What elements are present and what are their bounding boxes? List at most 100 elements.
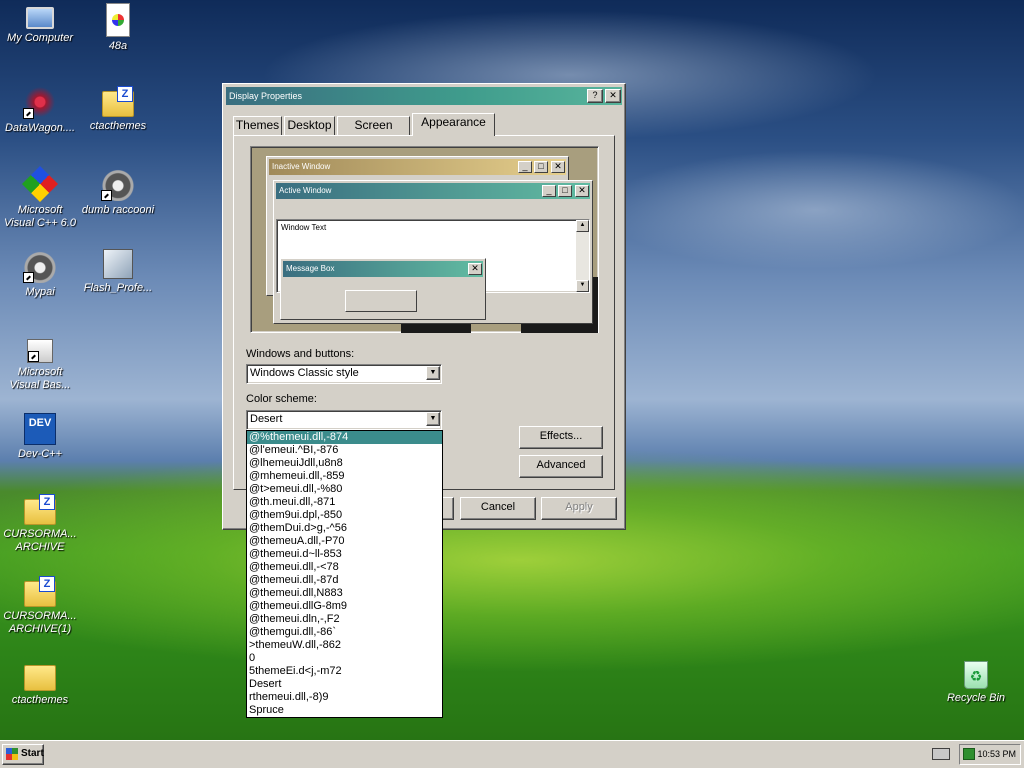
visual-cpp-icon bbox=[21, 165, 59, 203]
color-scheme-option[interactable]: @%themeui.dll,-874 bbox=[247, 431, 442, 444]
keyboard-icon[interactable] bbox=[932, 748, 950, 760]
help-button[interactable]: ? bbox=[587, 89, 603, 103]
zip-folder-icon bbox=[102, 86, 134, 117]
color-scheme-value: Desert bbox=[250, 413, 283, 425]
color-scheme-option[interactable]: @t>emeui.dll,-%80 bbox=[247, 483, 442, 496]
clock[interactable]: 10:53 PM bbox=[977, 749, 1016, 759]
tab-appearance[interactable]: Appearance bbox=[412, 113, 495, 136]
desktop-icon-my-computer[interactable]: My Computer bbox=[2, 3, 78, 45]
color-scheme-option[interactable]: @mhemeui.dll,-859 bbox=[247, 470, 442, 483]
tab-label: Themes bbox=[235, 118, 280, 132]
color-scheme-option[interactable]: @themeui.dll,-87d bbox=[247, 574, 442, 587]
color-scheme-option[interactable]: @themgui.dll,-86` bbox=[247, 626, 442, 639]
effects-button-label: Effects... bbox=[539, 430, 583, 442]
network-icon[interactable] bbox=[963, 748, 975, 760]
apply-button-label: Apply bbox=[565, 501, 593, 513]
cancel-button[interactable]: Cancel bbox=[460, 497, 536, 520]
desktop-icon-datawagon[interactable]: DataWagon.... bbox=[2, 85, 78, 135]
desktop-icon-label: ctacthemes bbox=[89, 120, 147, 132]
color-scheme-option[interactable]: 5themeEi.d<j,-m72 bbox=[247, 665, 442, 678]
desktop-icon-dumb-raccooni[interactable]: dumb raccooni bbox=[80, 167, 156, 217]
color-scheme-label: Color scheme: bbox=[246, 393, 317, 405]
windows-and-buttons-combo[interactable]: Windows Classic style ▼ bbox=[246, 364, 442, 384]
shortcut-arrow-icon bbox=[101, 190, 112, 201]
preview-active-title: Active Window bbox=[279, 186, 332, 195]
color-scheme-option[interactable]: @themeui.dll,N883 bbox=[247, 587, 442, 600]
desktop-icon-dev-cpp[interactable]: DEV Dev-C++ bbox=[2, 413, 78, 461]
color-scheme-option[interactable]: @themeui.dll,-<78 bbox=[247, 561, 442, 574]
color-scheme-option[interactable]: @th.meui.dll,-871 bbox=[247, 496, 442, 509]
start-button-label: Start bbox=[21, 748, 44, 759]
preview-scrollbar: ▲ ▼ bbox=[576, 220, 589, 292]
desktop-icon-cursorma-archive-1[interactable]: CURSORMA... ARCHIVE(1) bbox=[2, 575, 78, 636]
color-scheme-option[interactable]: @themeuA.dll,-P70 bbox=[247, 535, 442, 548]
start-button[interactable]: Start bbox=[2, 744, 44, 765]
apply-button[interactable]: Apply bbox=[541, 497, 617, 520]
effects-button[interactable]: Effects... bbox=[519, 426, 603, 449]
shortcut-arrow-icon bbox=[28, 351, 39, 362]
preview-message-caption: Message Box ✕ bbox=[283, 261, 483, 277]
color-scheme-option[interactable]: @l'emeui.^BI,-876 bbox=[247, 444, 442, 457]
desktop-icon-label: Microsoft Visual C++ 6.0 bbox=[4, 204, 76, 229]
desktop-icon-visual-cpp[interactable]: Microsoft Visual C++ 6.0 bbox=[2, 165, 78, 230]
zip-folder-icon bbox=[24, 494, 56, 525]
window-titlebar[interactable]: Display Properties ? ✕ bbox=[226, 87, 622, 105]
tab-themes[interactable]: Themes bbox=[233, 116, 282, 135]
dev-cpp-icon: DEV bbox=[24, 413, 56, 445]
desktop-icon-label: Mypai bbox=[25, 286, 55, 298]
color-scheme-option[interactable]: @them9ui.dpl,-850 bbox=[247, 509, 442, 522]
desktop-icon-flash-profe[interactable]: Flash_Profe... bbox=[80, 249, 156, 295]
tab-desktop[interactable]: Desktop bbox=[284, 116, 335, 135]
minimize-icon: _ bbox=[542, 185, 556, 197]
shortcut-arrow-icon bbox=[23, 272, 34, 283]
color-scheme-option[interactable]: Desert bbox=[247, 678, 442, 691]
desktop-icon-48a[interactable]: 48a bbox=[80, 3, 156, 53]
maximize-icon: □ bbox=[558, 185, 572, 197]
taskbar: Start 10:53 PM bbox=[0, 740, 1024, 768]
windows-logo-icon bbox=[6, 748, 18, 760]
color-scheme-option[interactable]: @themDui.d>g,-^56 bbox=[247, 522, 442, 535]
scroll-down-icon: ▼ bbox=[576, 280, 589, 292]
windows-and-buttons-value: Windows Classic style bbox=[250, 367, 359, 379]
desktop-icon-mypai[interactable]: Mypai bbox=[2, 249, 78, 299]
desktop-icon-visual-basic[interactable]: Microsoft Visual Bas... bbox=[2, 331, 78, 392]
desktop-icon-label: Dev-C++ bbox=[17, 448, 63, 460]
color-scheme-option[interactable]: @lhemeuiJdll,u8n8 bbox=[247, 457, 442, 470]
chevron-down-icon[interactable]: ▼ bbox=[426, 412, 440, 426]
raccoon-icon bbox=[101, 167, 135, 201]
preview-active-caption: Active Window _ □ ✕ bbox=[276, 183, 590, 199]
color-scheme-option[interactable]: @themeui.dln,-,F2 bbox=[247, 613, 442, 626]
close-button[interactable]: ✕ bbox=[605, 89, 621, 103]
desktop-icon-recycle-bin[interactable]: ♻ Recycle Bin bbox=[938, 657, 1014, 705]
color-scheme-option[interactable]: Spruce bbox=[247, 704, 442, 717]
preview-window-text: Window Text bbox=[281, 223, 327, 232]
close-icon: ✕ bbox=[468, 263, 482, 275]
desktop-icon-label: CURSORMA... ARCHIVE bbox=[3, 528, 77, 553]
scroll-up-icon: ▲ bbox=[576, 220, 589, 232]
folder-icon bbox=[24, 665, 56, 691]
color-scheme-option[interactable]: rthemeui.dll,-8)9 bbox=[247, 691, 442, 704]
desktop-icon-label: dumb raccooni bbox=[81, 204, 155, 216]
desktop-icon-cursorma-archive[interactable]: CURSORMA... ARCHIVE bbox=[2, 493, 78, 554]
preview-message-box: Message Box ✕ bbox=[280, 258, 486, 320]
window-title: Display Properties bbox=[229, 91, 303, 101]
computer-icon bbox=[26, 7, 54, 29]
color-scheme-option[interactable]: @themeui.dllG-8m9 bbox=[247, 600, 442, 613]
preview-inactive-caption: Inactive Window _ □ ✕ bbox=[269, 159, 566, 175]
color-scheme-option[interactable]: 0 bbox=[247, 652, 442, 665]
color-scheme-combo[interactable]: Desert ▼ bbox=[246, 410, 442, 430]
desktop-icon-label: My Computer bbox=[6, 32, 74, 44]
tab-screen-saver[interactable]: Screen Saver bbox=[337, 116, 410, 149]
close-icon: ✕ bbox=[609, 90, 617, 100]
chevron-down-icon[interactable]: ▼ bbox=[426, 366, 440, 380]
color-scheme-option[interactable]: >themeuW.dll,-862 bbox=[247, 639, 442, 652]
flower-icon bbox=[23, 85, 57, 119]
desktop-icon-label: 48a bbox=[108, 40, 128, 52]
desktop-icon-ctacthemes-2[interactable]: ctacthemes bbox=[2, 659, 78, 707]
zip-folder-icon bbox=[24, 576, 56, 607]
tab-label: Desktop bbox=[287, 118, 332, 132]
desktop-icon-ctacthemes[interactable]: ctacthemes bbox=[80, 85, 156, 133]
color-scheme-option[interactable]: @themeui.d~ll-853 bbox=[247, 548, 442, 561]
advanced-button[interactable]: Advanced bbox=[519, 455, 603, 478]
color-scheme-dropdown-list[interactable]: @%themeui.dll,-874 @l'emeui.^BI,-876 @lhem… bbox=[246, 430, 443, 718]
